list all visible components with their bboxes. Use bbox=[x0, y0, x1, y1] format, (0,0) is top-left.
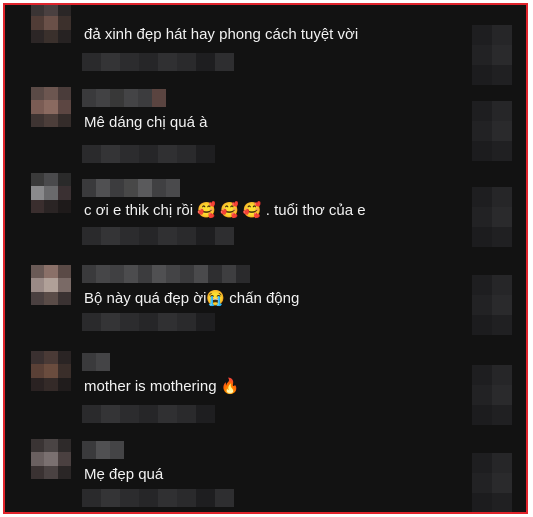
comment-author[interactable] bbox=[82, 441, 124, 459]
comment-text: c ơi e thik chị rồi 🥰 🥰 🥰 . tuổi thơ của… bbox=[84, 202, 366, 219]
comment-item: Mê dáng chị quá à bbox=[5, 79, 526, 167]
comment-author[interactable] bbox=[82, 179, 180, 197]
comment-author[interactable] bbox=[82, 265, 250, 283]
comment-author[interactable] bbox=[82, 89, 166, 107]
avatar[interactable] bbox=[31, 265, 71, 305]
avatar[interactable] bbox=[31, 173, 71, 213]
comment-text: mother is mothering 🔥 bbox=[84, 378, 240, 395]
heart-like-icon[interactable] bbox=[472, 365, 512, 425]
comment-text: Mê dáng chị quá à bbox=[84, 114, 208, 131]
avatar[interactable] bbox=[31, 351, 71, 391]
avatar[interactable] bbox=[31, 439, 71, 479]
comment-meta bbox=[82, 53, 234, 71]
comments-panel: đả xinh đẹp hát hay phong cách tuyệt vời… bbox=[3, 3, 528, 514]
heart-like-icon[interactable] bbox=[472, 25, 512, 85]
comment-author[interactable] bbox=[82, 353, 110, 371]
comment-text: Bộ này quá đẹp ời😭 chấn động bbox=[84, 290, 300, 307]
comment-meta bbox=[82, 145, 215, 163]
comment-meta bbox=[82, 313, 215, 331]
comment-item: Bộ này quá đẹp ời😭 chấn động bbox=[5, 255, 526, 343]
comment-item: c ơi e thik chị rồi 🥰 🥰 🥰 . tuổi thơ của… bbox=[5, 167, 526, 255]
avatar[interactable] bbox=[31, 5, 71, 43]
comment-text: Mẹ đẹp quá bbox=[84, 466, 164, 483]
comment-text: đả xinh đẹp hát hay phong cách tuyệt vời bbox=[84, 26, 359, 43]
heart-like-icon[interactable] bbox=[472, 453, 512, 512]
heart-like-icon[interactable] bbox=[472, 187, 512, 247]
comment-meta bbox=[82, 405, 215, 423]
comment-item: Mẹ đẹp quá bbox=[5, 431, 526, 512]
avatar[interactable] bbox=[31, 87, 71, 127]
comment-item: đả xinh đẹp hát hay phong cách tuyệt vời bbox=[5, 5, 526, 85]
heart-like-icon[interactable] bbox=[472, 101, 512, 161]
comment-item: mother is mothering 🔥 bbox=[5, 343, 526, 431]
comment-meta bbox=[82, 489, 234, 507]
comment-meta bbox=[82, 227, 234, 245]
heart-like-icon[interactable] bbox=[472, 275, 512, 335]
